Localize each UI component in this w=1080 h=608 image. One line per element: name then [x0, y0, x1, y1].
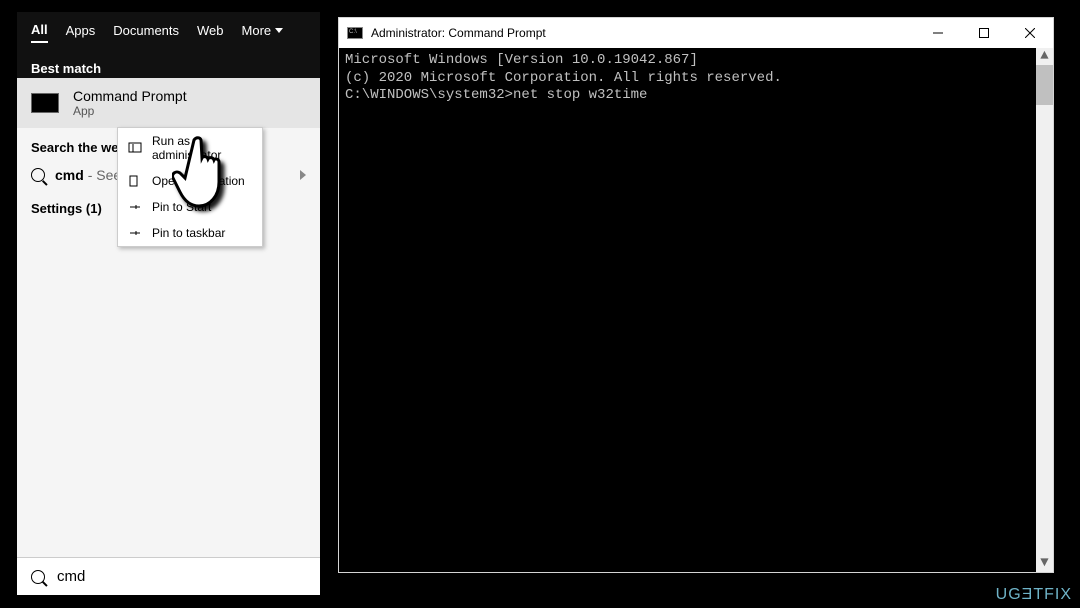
ctx-pin-to-taskbar-label: Pin to taskbar — [152, 226, 225, 240]
cmd-prompt-thumb-icon — [31, 93, 59, 113]
pin-icon — [128, 227, 142, 239]
cmd-titlebar[interactable]: Administrator: Command Prompt — [339, 18, 1053, 48]
scroll-up-arrow-icon[interactable]: ▲ — [1036, 48, 1053, 65]
tab-apps[interactable]: Apps — [66, 23, 96, 42]
minimize-icon — [933, 28, 943, 38]
best-match-result[interactable]: Command Prompt App — [17, 78, 320, 128]
cmd-prompt-path: C:\WINDOWS\system32> — [345, 87, 513, 103]
maximize-icon — [979, 28, 989, 38]
folder-icon — [128, 175, 142, 187]
search-icon — [31, 570, 45, 584]
cmd-line: Microsoft Windows [Version 10.0.19042.86… — [345, 52, 1047, 70]
ctx-open-file-location[interactable]: Open file location — [118, 168, 262, 194]
tab-more[interactable]: More — [242, 23, 284, 42]
tab-web[interactable]: Web — [197, 23, 224, 42]
best-match-header: Best match — [17, 53, 320, 78]
minimize-button[interactable] — [915, 18, 961, 48]
cmd-scrollbar[interactable]: ▲ ▼ — [1036, 48, 1053, 572]
shield-icon — [128, 142, 142, 154]
chevron-down-icon — [275, 28, 283, 33]
ctx-pin-to-start-label: Pin to Start — [152, 200, 211, 214]
window-controls — [915, 18, 1053, 48]
tab-all[interactable]: All — [31, 22, 48, 43]
ctx-pin-to-start[interactable]: Pin to Start — [118, 194, 262, 220]
web-result-query: cmd — [55, 167, 84, 183]
pin-icon — [128, 201, 142, 213]
watermark-pre: UG — [996, 586, 1022, 603]
cmd-window-icon — [347, 27, 363, 39]
cmd-typed-command: net stop w32time — [513, 87, 647, 103]
windows-search-panel: All Apps Documents Web More Best match C… — [17, 12, 320, 595]
chevron-right-icon — [300, 170, 306, 180]
close-icon — [1025, 28, 1035, 38]
search-input-row — [17, 557, 320, 595]
close-button[interactable] — [1007, 18, 1053, 48]
tab-more-label: More — [242, 23, 272, 38]
watermark-mid: Ǝ — [1022, 586, 1034, 603]
context-menu: Run as administrator Open file location … — [117, 127, 263, 247]
search-icon — [31, 168, 45, 182]
watermark-post: TFIX — [1033, 586, 1072, 603]
tab-documents[interactable]: Documents — [113, 23, 179, 42]
cmd-line: C:\WINDOWS\system32>net stop w32time — [345, 87, 1047, 105]
cmd-window-title: Administrator: Command Prompt — [371, 26, 546, 40]
cmd-terminal-body[interactable]: Microsoft Windows [Version 10.0.19042.86… — [339, 48, 1053, 572]
cmd-line: (c) 2020 Microsoft Corporation. All righ… — [345, 70, 1047, 88]
maximize-button[interactable] — [961, 18, 1007, 48]
best-match-title: Command Prompt — [73, 88, 187, 104]
search-input[interactable] — [57, 568, 306, 585]
ugetfix-watermark: UGƎTFIX — [996, 586, 1072, 604]
best-match-subtitle: App — [73, 104, 187, 118]
scroll-down-arrow-icon[interactable]: ▼ — [1036, 555, 1053, 572]
ctx-pin-to-taskbar[interactable]: Pin to taskbar — [118, 220, 262, 246]
ctx-run-as-admin[interactable]: Run as administrator — [118, 128, 262, 168]
search-tabs: All Apps Documents Web More — [17, 12, 320, 53]
ctx-open-file-location-label: Open file location — [152, 174, 245, 188]
ctx-run-as-admin-label: Run as administrator — [152, 134, 252, 162]
command-prompt-window: Administrator: Command Prompt Microsoft … — [338, 17, 1054, 573]
scroll-thumb[interactable] — [1036, 65, 1053, 105]
